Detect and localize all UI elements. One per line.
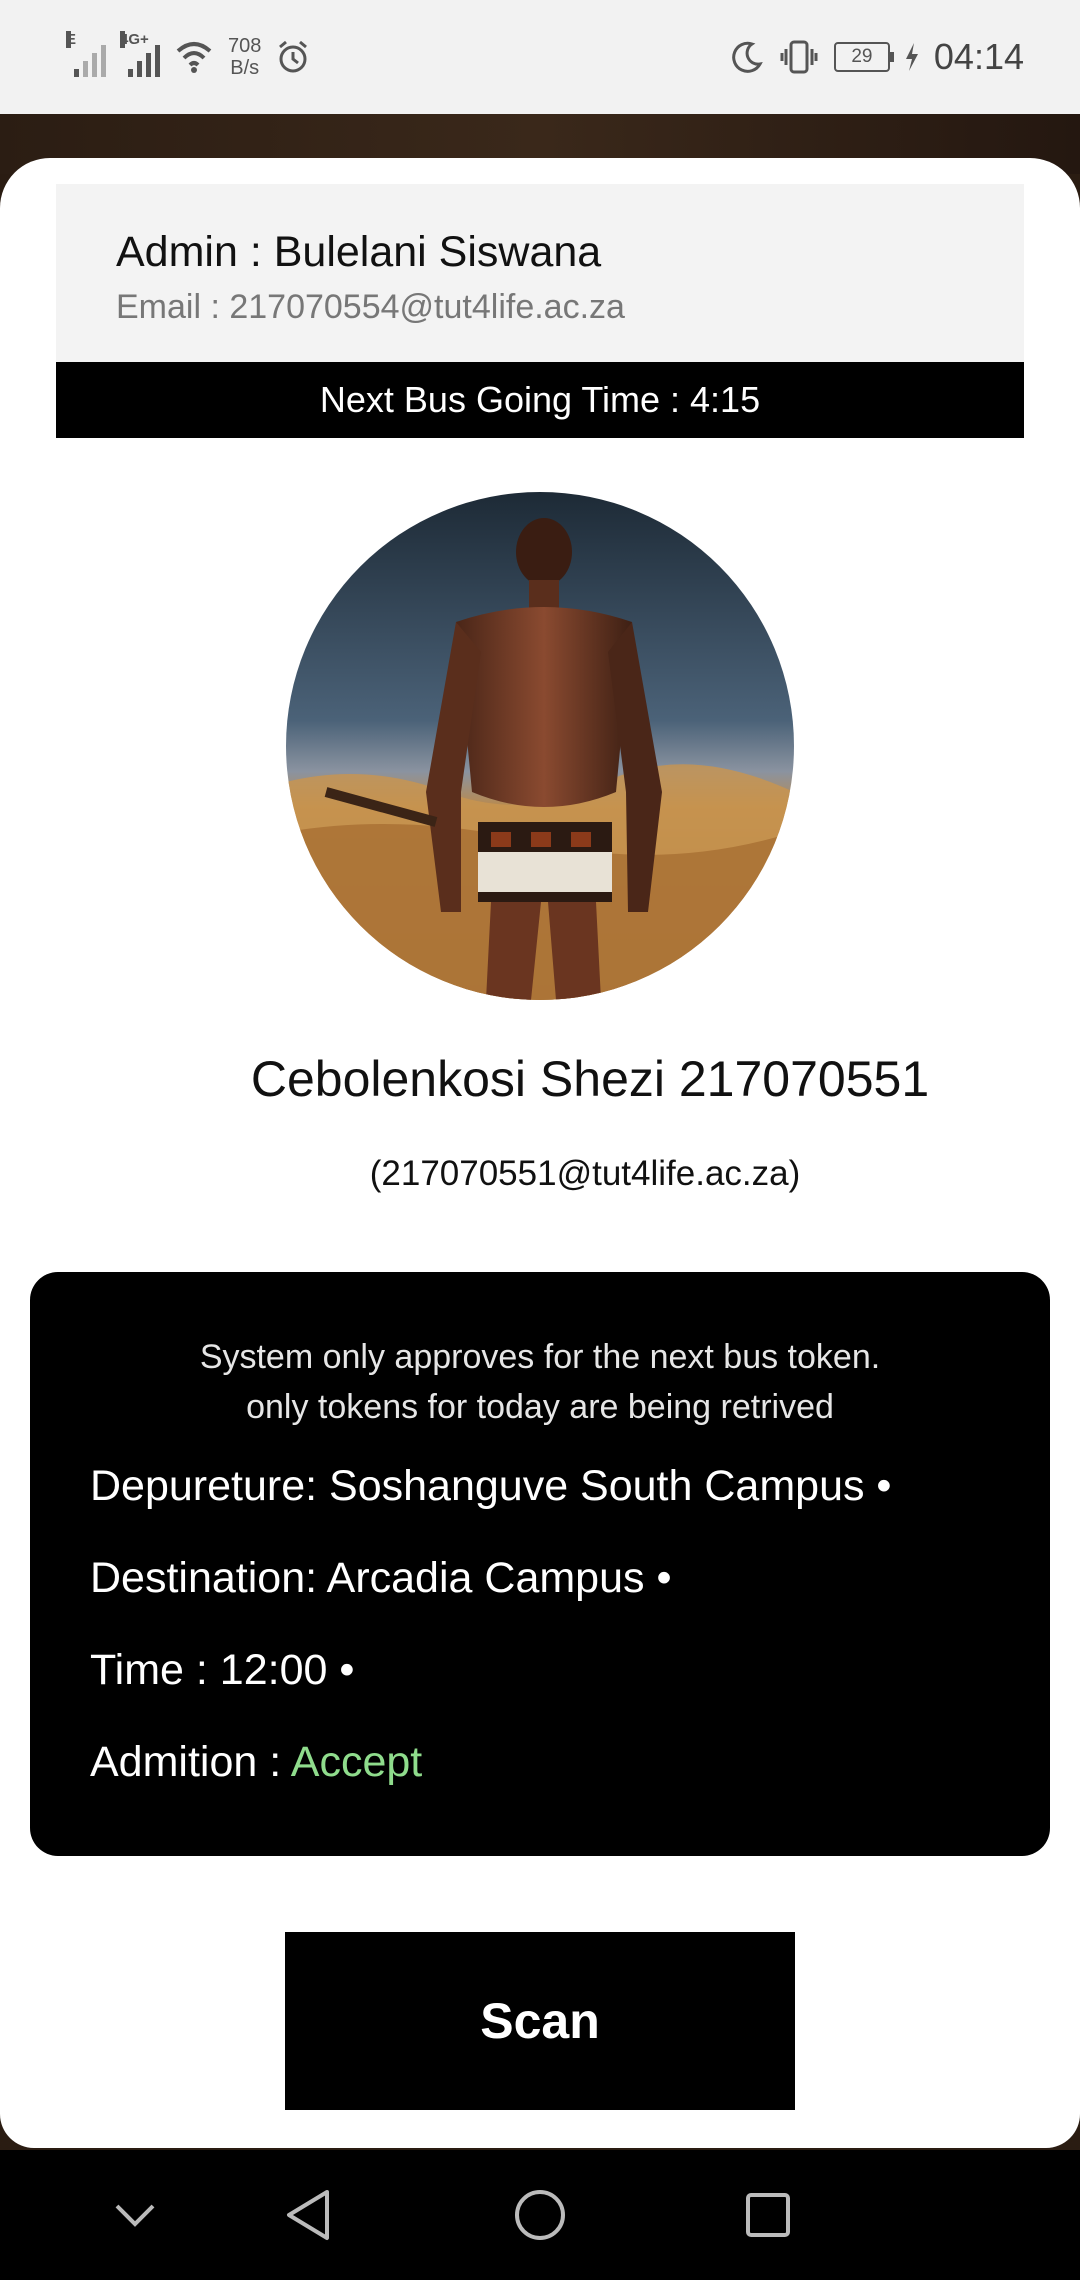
signal-type-label: 4G+ bbox=[120, 31, 149, 48]
departure-row: Depureture: Soshanguve South Campus • bbox=[90, 1462, 892, 1510]
notice-line-2: only tokens for today are being retrived bbox=[246, 1388, 834, 1426]
alarm-icon bbox=[279, 40, 308, 73]
back-icon bbox=[287, 2190, 329, 2240]
navigation-bar bbox=[0, 2150, 1080, 2280]
network-speed-unit: B/s bbox=[230, 57, 260, 79]
main-card: Admin : Bulelani Siswana Email : 2170705… bbox=[0, 158, 1080, 2148]
destination-row: Destination: Arcadia Campus • bbox=[90, 1554, 672, 1602]
admin-header: Admin : Bulelani Siswana Email : 2170705… bbox=[56, 184, 1024, 362]
signal-4g-icon: 4G+ bbox=[120, 31, 160, 77]
notice-line-1: System only approves for the next bus to… bbox=[199, 1338, 881, 1376]
token-info-panel: System only approves for the next bus to… bbox=[30, 1272, 1050, 1856]
admission-label: Admition : bbox=[90, 1738, 291, 1786]
chevron-down-icon bbox=[115, 2204, 155, 2227]
scan-button[interactable]: Scan bbox=[285, 1932, 795, 2110]
admission-row: Admition : Accept bbox=[90, 1738, 422, 1787]
home-button[interactable] bbox=[500, 2180, 580, 2250]
student-name: Cebolenkosi Shezi 217070551 bbox=[250, 1051, 930, 1107]
charging-icon bbox=[905, 43, 918, 71]
back-button[interactable] bbox=[268, 2180, 348, 2250]
clock: 04:14 bbox=[933, 36, 1024, 77]
student-email: (217070551@tut4life.ac.za) bbox=[369, 1154, 801, 1193]
status-bar: E 4G+ 708 B/s 29 04:14 bbox=[0, 0, 1080, 114]
status-right: 29 04:14 bbox=[730, 22, 1024, 92]
network-speed: 708 B/s bbox=[228, 35, 261, 79]
vibrate-icon bbox=[780, 40, 818, 74]
battery-icon: 29 bbox=[833, 42, 894, 72]
wifi-icon bbox=[176, 42, 212, 73]
admission-status: Accept bbox=[290, 1738, 423, 1786]
home-icon bbox=[515, 2190, 565, 2240]
hide-nav-button[interactable] bbox=[95, 2180, 175, 2250]
signal-type-label: E bbox=[66, 31, 77, 48]
admin-email: Email : 217070554@tut4life.ac.za bbox=[116, 288, 625, 326]
moon-icon bbox=[732, 41, 763, 73]
battery-level: 29 bbox=[851, 46, 873, 67]
avatar-photo bbox=[286, 492, 794, 1000]
token-notice: System only approves for the next bus to… bbox=[30, 1332, 1050, 1432]
next-bus-time-banner: Next Bus Going Time : 4:15 bbox=[56, 362, 1024, 438]
student-avatar bbox=[286, 492, 794, 1000]
recents-icon bbox=[746, 2193, 790, 2237]
network-speed-value: 708 bbox=[228, 35, 262, 57]
time-row: Time : 12:00 • bbox=[90, 1646, 355, 1694]
status-left: E 4G+ 708 B/s bbox=[66, 22, 311, 92]
signal-icon: E bbox=[66, 31, 106, 77]
admin-name: Admin : Bulelani Siswana bbox=[116, 228, 602, 276]
recents-button[interactable] bbox=[728, 2180, 808, 2250]
